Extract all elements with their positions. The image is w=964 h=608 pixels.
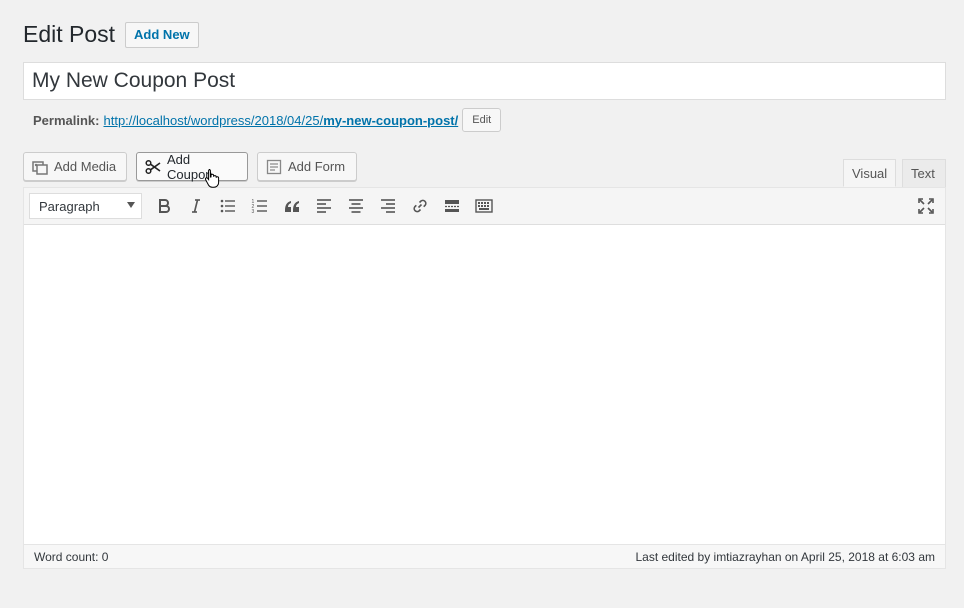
permalink-edit-button[interactable]: Edit	[462, 108, 502, 132]
tab-text[interactable]: Text	[902, 159, 946, 187]
media-icon	[32, 159, 48, 175]
fullscreen-icon[interactable]	[917, 197, 935, 215]
editor-status-bar: Word count: 0 Last edited by imtiazrayha…	[24, 544, 945, 568]
add-media-button[interactable]: Add Media	[23, 152, 127, 181]
add-media-label: Add Media	[54, 159, 117, 174]
link-icon	[413, 199, 427, 213]
permalink-url-slug: my-new-coupon-post/	[323, 112, 459, 128]
numbered-list-button[interactable]: 123	[244, 191, 276, 221]
read-more-icon	[445, 200, 459, 212]
align-center-button[interactable]	[340, 191, 372, 221]
permalink-label: Permalink:	[33, 112, 100, 128]
page-header: Edit Post Add New	[23, 20, 199, 49]
align-center-icon	[349, 199, 363, 213]
word-count: Word count: 0	[34, 549, 109, 564]
permalink-row: Permalink: http://localhost/wordpress/20…	[33, 108, 502, 132]
keyboard-icon	[475, 199, 493, 213]
editor: Paragraph 123 Word count: 0 Last edited …	[23, 187, 946, 569]
post-title-input[interactable]: My New Coupon Post	[23, 62, 946, 100]
add-form-label: Add Form	[288, 159, 346, 174]
editor-toolbar: Paragraph 123	[24, 188, 945, 225]
blockquote-icon	[285, 201, 299, 212]
toolbar-toggle-button[interactable]	[468, 191, 500, 221]
form-icon	[266, 159, 282, 175]
align-left-button[interactable]	[308, 191, 340, 221]
align-right-button[interactable]	[372, 191, 404, 221]
align-right-icon	[381, 199, 395, 213]
bold-icon	[159, 199, 170, 213]
format-select-value: Paragraph	[39, 198, 100, 214]
last-edited: Last edited by imtiazrayhan on April 25,…	[635, 549, 935, 564]
add-coupon-button[interactable]: Add Coupon	[136, 151, 248, 182]
add-new-button[interactable]: Add New	[125, 21, 199, 48]
bold-button[interactable]	[148, 191, 180, 221]
permalink-url-base: http://localhost/wordpress/2018/04/25/	[103, 112, 324, 128]
hand-cursor-icon	[204, 169, 220, 188]
format-select[interactable]: Paragraph	[29, 193, 142, 219]
bulleted-list-icon	[220, 199, 235, 213]
svg-text:3: 3	[252, 209, 255, 215]
add-coupon-label: Add Coupon	[167, 151, 213, 182]
permalink-link[interactable]: http://localhost/wordpress/2018/04/25/my…	[103, 113, 458, 128]
add-form-button[interactable]: Add Form	[257, 152, 357, 181]
tab-visual[interactable]: Visual	[843, 159, 896, 187]
italic-icon	[192, 199, 200, 213]
numbered-list-icon: 123	[252, 199, 267, 215]
blockquote-button[interactable]	[276, 191, 308, 221]
italic-button[interactable]	[180, 191, 212, 221]
page-title: Edit Post	[23, 21, 116, 47]
scissors-icon	[145, 159, 161, 175]
chevron-down-icon	[127, 202, 135, 208]
align-left-icon	[317, 199, 331, 213]
bulleted-list-button[interactable]	[212, 191, 244, 221]
insert-link-button[interactable]	[404, 191, 436, 221]
editor-content-area[interactable]	[24, 225, 945, 544]
read-more-button[interactable]	[436, 191, 468, 221]
